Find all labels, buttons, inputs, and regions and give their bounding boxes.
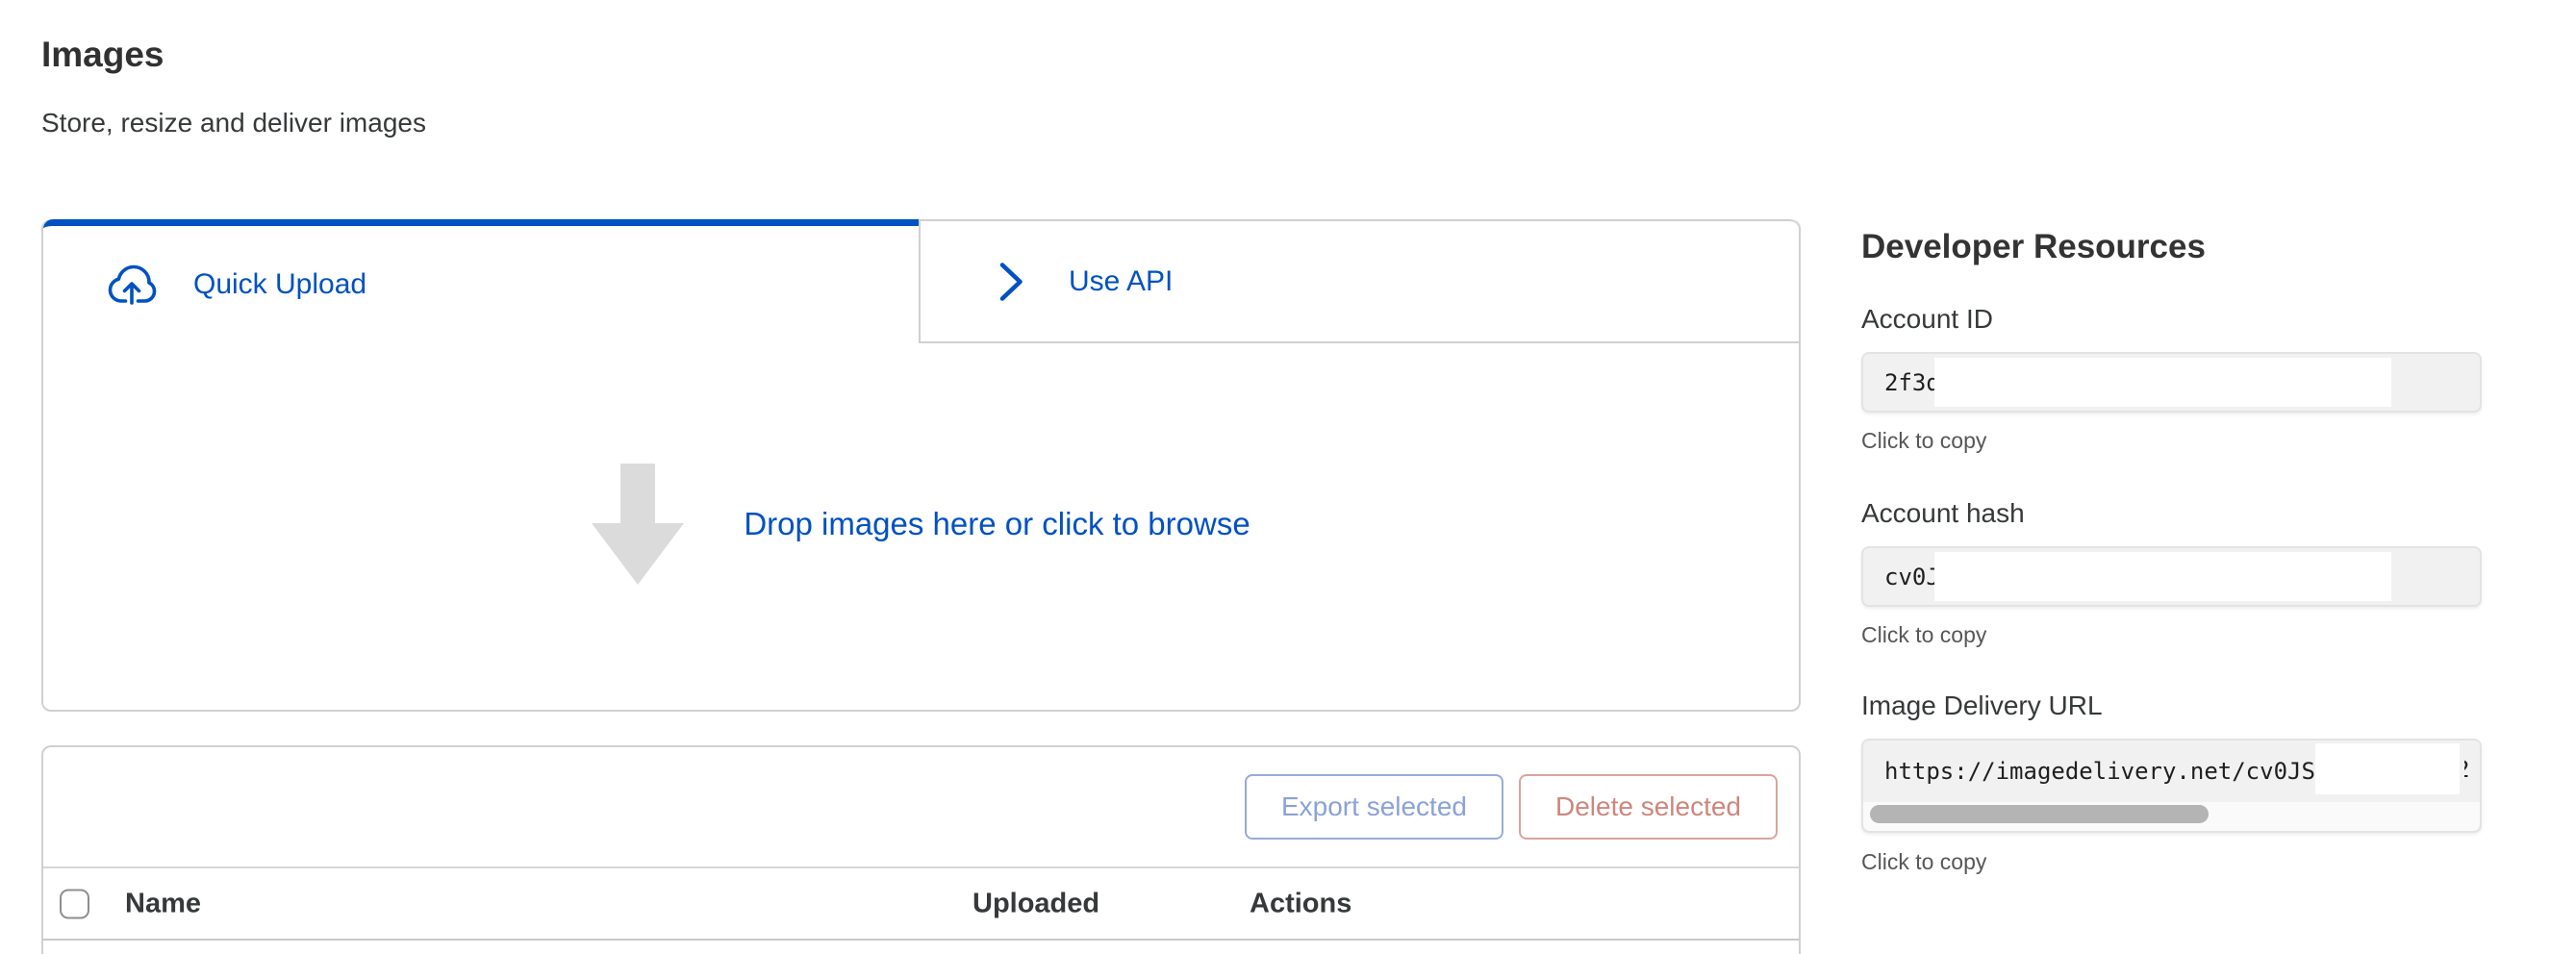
column-header-name: Name [125, 888, 201, 919]
chevron-right-icon [996, 261, 1026, 303]
account-hash-label: Account hash [1861, 498, 2025, 529]
table-header-row: Name Uploaded Actions [43, 868, 1799, 941]
account-hash-copy-box[interactable]: cv0J [1861, 546, 2482, 607]
image-delivery-url-label: Image Delivery URL [1861, 690, 2103, 721]
redaction-overlay [2315, 743, 2460, 794]
cloud-upload-icon [105, 263, 159, 307]
upload-card: Quick Upload Use API Drop images here or [41, 219, 1801, 712]
dropzone-label: Drop images here or click to browse [744, 506, 1250, 542]
images-table-card: Export selected Delete selected Name Upl… [41, 745, 1801, 954]
column-header-uploaded: Uploaded [972, 888, 1099, 919]
export-selected-button[interactable]: Export selected [1245, 774, 1503, 840]
image-delivery-url-row: https://imagedelivery.net/cv0JSj 2 [1863, 741, 2480, 802]
redaction-overlay [1934, 358, 2391, 407]
account-id-value: 2f3d [1884, 369, 1940, 396]
image-delivery-url-copy-box[interactable]: https://imagedelivery.net/cv0JSj 2 [1861, 739, 2482, 833]
tab-quick-upload[interactable]: Quick Upload [43, 219, 919, 343]
upload-tab-row: Quick Upload Use API [43, 219, 1799, 343]
image-delivery-url-copy-hint: Click to copy [1861, 849, 1986, 875]
table-toolbar: Export selected Delete selected [43, 747, 1799, 868]
column-header-actions: Actions [1250, 888, 1351, 919]
arrow-down-icon [592, 464, 684, 585]
url-tail-fragment: 2 [2464, 756, 2475, 787]
page-title: Images [41, 35, 164, 75]
select-all-checkbox[interactable] [60, 889, 89, 918]
delete-selected-button[interactable]: Delete selected [1519, 774, 1778, 840]
account-id-copy-box[interactable]: 2f3d [1861, 352, 2482, 413]
tab-use-api-label: Use API [1069, 265, 1173, 298]
url-scrollbar-track [1863, 802, 2480, 831]
page-subtitle: Store, resize and deliver images [41, 108, 426, 138]
image-dropzone[interactable]: Drop images here or click to browse [43, 343, 1799, 705]
account-id-copy-hint: Click to copy [1861, 428, 1986, 454]
image-delivery-url-value: https://imagedelivery.net/cv0JSj [1884, 758, 2329, 785]
developer-resources-heading: Developer Resources [1861, 228, 2206, 266]
account-hash-copy-hint: Click to copy [1861, 622, 1986, 648]
tab-use-api[interactable]: Use API [919, 219, 1799, 343]
tab-quick-upload-label: Quick Upload [193, 268, 366, 301]
url-scrollbar-thumb[interactable] [1870, 805, 2209, 823]
images-page: Images Store, resize and deliver images … [0, 0, 2576, 954]
account-id-label: Account ID [1861, 304, 1993, 335]
dropzone-inner: Drop images here or click to browse [592, 464, 1250, 585]
account-hash-value: cv0J [1884, 564, 1940, 590]
redaction-overlay [1934, 552, 2391, 601]
